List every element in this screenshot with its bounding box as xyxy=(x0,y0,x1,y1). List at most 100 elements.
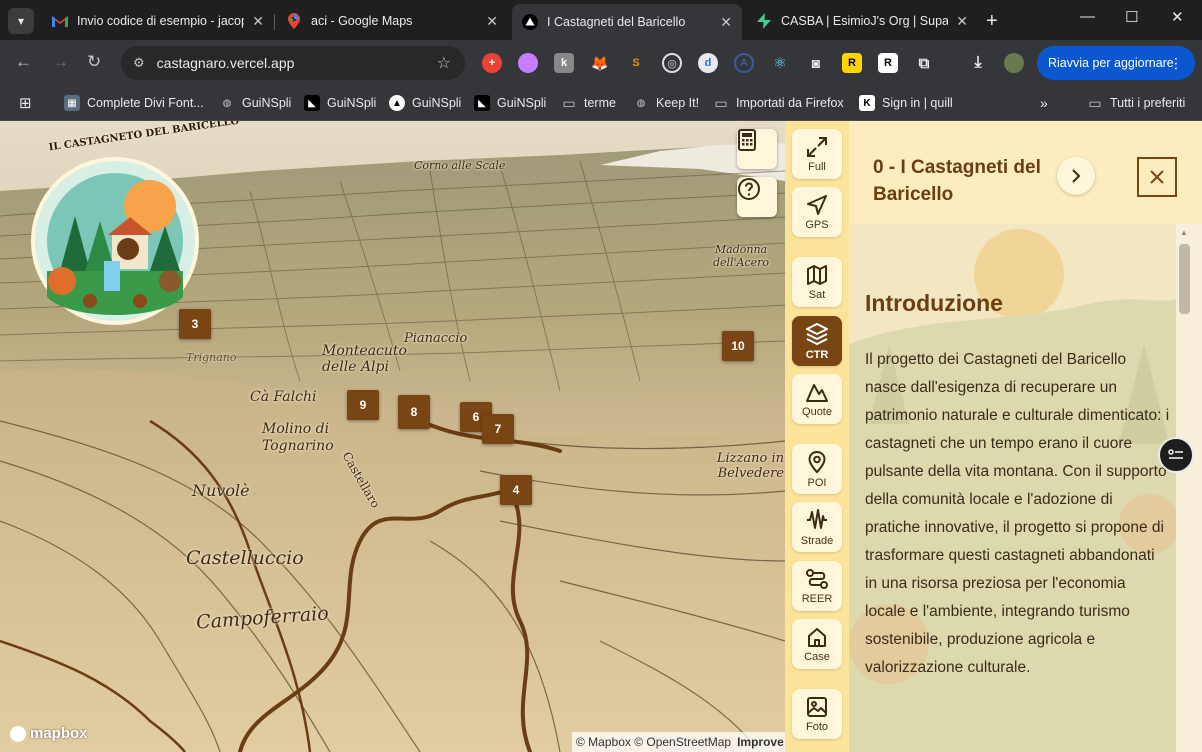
metamask-icon[interactable]: 🦊 xyxy=(590,53,610,73)
close-tab-icon[interactable]: ✕ xyxy=(252,13,264,30)
tab-google-maps[interactable]: aci - Google Maps ✕ xyxy=(276,6,508,36)
forward-button[interactable]: → xyxy=(52,52,69,72)
browser-menu-icon[interactable]: ⋮ xyxy=(1169,55,1183,72)
bookmark-label: Importati da Firefox xyxy=(736,96,844,110)
reload-button[interactable]: ↻ xyxy=(87,52,101,72)
vercel-icon xyxy=(522,14,538,30)
quote-layer-button[interactable]: Quote xyxy=(792,374,842,424)
bookmarks-overflow-icon[interactable]: » xyxy=(1040,93,1048,113)
close-tab-icon[interactable]: ✕ xyxy=(486,13,498,30)
place-label: Trignano xyxy=(186,351,237,364)
road-icon xyxy=(807,508,827,529)
bookmark-label: Complete Divi Font... xyxy=(87,96,204,110)
bookmark-item[interactable]: ◣ GuiNSpli xyxy=(304,93,376,113)
tab-separator xyxy=(274,14,275,30)
close-window-button[interactable]: ✕ xyxy=(1171,8,1184,26)
poi-marker-3[interactable]: 3 xyxy=(179,309,211,339)
close-tab-icon[interactable]: ✕ xyxy=(956,13,968,30)
bookmark-label: GuiNSpli xyxy=(497,96,547,110)
attribution-text[interactable]: © Mapbox © OpenStreetMap xyxy=(576,735,731,749)
fullscreen-icon xyxy=(807,136,827,157)
back-button[interactable]: ← xyxy=(15,52,32,72)
address-bar[interactable]: ⚙ castagnaro.vercel.app ☆ xyxy=(121,46,465,80)
tab-supabase[interactable]: CASBA | EsimioJ's Org | Supaba ✕ xyxy=(746,6,978,36)
rail-button-label: POI xyxy=(807,476,827,489)
poi-marker-8[interactable]: 8 xyxy=(398,395,430,429)
extension-s-icon[interactable]: S xyxy=(626,53,646,73)
extension-a-icon[interactable]: A xyxy=(734,53,754,73)
fullscreen-button[interactable]: Full xyxy=(792,129,842,179)
profile-avatar[interactable] xyxy=(1004,53,1024,73)
poi-layer-button[interactable]: POI xyxy=(792,444,842,494)
poi-marker-7[interactable]: 7 xyxy=(482,414,514,444)
bookmark-label: Tutti i preferiti xyxy=(1110,96,1186,110)
bookmark-favicon-icon: ▦ xyxy=(64,95,80,111)
bookmark-item[interactable]: ◍ GuiNSpli xyxy=(219,93,292,113)
close-panel-button[interactable] xyxy=(1137,157,1177,197)
all-bookmarks-folder[interactable]: ▭ Tutti i preferiti xyxy=(1087,93,1185,113)
close-tab-icon[interactable]: ✕ xyxy=(720,14,732,31)
folder-icon: ▭ xyxy=(714,94,728,111)
help-button[interactable] xyxy=(737,177,777,217)
download-icon[interactable]: ⤓ xyxy=(968,53,988,73)
castagneto-logo xyxy=(31,157,199,325)
satellite-layer-button[interactable]: Sat xyxy=(792,257,842,307)
tab-gmail[interactable]: Invio codice di esempio - jacop ✕ xyxy=(42,6,274,36)
minimize-button[interactable]: — xyxy=(1080,8,1095,25)
gps-button[interactable]: GPS xyxy=(792,187,842,237)
place-label: Lizzano in Belvedere xyxy=(716,451,784,481)
apps-grid-icon[interactable]: ⊞ xyxy=(19,93,32,113)
extension-grey-icon[interactable]: k xyxy=(554,53,574,73)
mapbox-logo[interactable]: mapbox xyxy=(10,725,88,742)
calculator-button[interactable] xyxy=(737,129,777,169)
new-tab-button[interactable]: + xyxy=(986,10,998,33)
bookmark-folder[interactable]: ▭ terme xyxy=(561,93,616,113)
extension-r-yellow-icon[interactable]: R xyxy=(842,53,862,73)
site-info-icon[interactable]: ⚙ xyxy=(133,55,145,71)
bookmark-star-icon[interactable]: ☆ xyxy=(437,53,451,73)
update-button[interactable]: Riavvia per aggiornare ⋮ xyxy=(1037,46,1195,80)
poi-marker-9[interactable]: 9 xyxy=(347,390,379,420)
place-label: Castelluccio xyxy=(186,547,304,569)
panel-content[interactable]: Introduzione Il progetto dei Castagneti … xyxy=(849,224,1176,752)
panel-title: 0 - I Castagneti del Baricello xyxy=(873,157,1041,205)
extension-blob-icon[interactable] xyxy=(518,53,538,73)
openai-icon[interactable]: ◎ xyxy=(662,53,682,73)
camera-icon[interactable]: ◙ xyxy=(806,53,826,73)
next-poi-button[interactable] xyxy=(1057,157,1095,195)
bookmark-item[interactable]: ▲ GuiNSpli xyxy=(389,93,461,113)
tab-search-button[interactable]: ▾ xyxy=(8,8,34,34)
bookmark-item[interactable]: ◣ GuiNSpli xyxy=(474,93,546,113)
extension-plus-icon[interactable]: + xyxy=(482,53,502,73)
roads-layer-button[interactable]: Strade xyxy=(792,502,842,552)
poi-marker-10[interactable]: 10 xyxy=(722,331,754,361)
houses-layer-button[interactable]: Case xyxy=(792,619,842,669)
route-icon xyxy=(806,568,828,589)
extension-r-white-icon[interactable]: R xyxy=(878,53,898,73)
react-devtools-icon[interactable]: ⚛ xyxy=(770,53,790,73)
improve-map-link[interactable]: Improve xyxy=(737,735,784,749)
scroll-up-arrow-icon[interactable]: ▲ xyxy=(1180,228,1188,237)
rail-button-label: GPS xyxy=(805,218,829,231)
bookmark-item[interactable]: ◍ Keep It! xyxy=(633,93,699,113)
bookmark-folder[interactable]: ▭ Importati da Firefox xyxy=(713,93,844,113)
tab-castagneti[interactable]: I Castagneti del Baricello ✕ xyxy=(512,4,742,40)
scrollbar-thumb[interactable] xyxy=(1179,244,1190,314)
maximize-button[interactable]: ☐ xyxy=(1125,8,1138,26)
extensions-puzzle-icon[interactable]: ⧉ xyxy=(914,53,934,73)
layers-icon xyxy=(806,322,828,345)
rail-button-label: Strade xyxy=(800,534,834,547)
photos-layer-button[interactable]: Foto xyxy=(792,689,842,739)
ctr-layer-button[interactable]: CTR xyxy=(792,316,842,366)
supabase-icon xyxy=(756,13,772,29)
bookmark-item[interactable]: K Sign in | quill xyxy=(859,93,953,113)
tab-title: CASBA | EsimioJ's Org | Supaba xyxy=(781,14,949,28)
browser-chrome: ▾ Invio codice di esempio - jacop ✕ aci … xyxy=(0,0,1202,121)
reer-layer-button[interactable]: REER xyxy=(792,561,842,611)
poi-marker-4[interactable]: 4 xyxy=(500,475,532,505)
floating-menu-button[interactable] xyxy=(1158,437,1194,473)
bookmark-item[interactable]: ▦ Complete Divi Font... xyxy=(64,93,204,113)
panel-scrollbar[interactable]: ▲ xyxy=(1176,224,1202,752)
map-view[interactable]: IL CASTAGNETO DEL BARICELLO Monteacuto d… xyxy=(0,121,785,752)
extension-d-icon[interactable]: d xyxy=(698,53,718,73)
